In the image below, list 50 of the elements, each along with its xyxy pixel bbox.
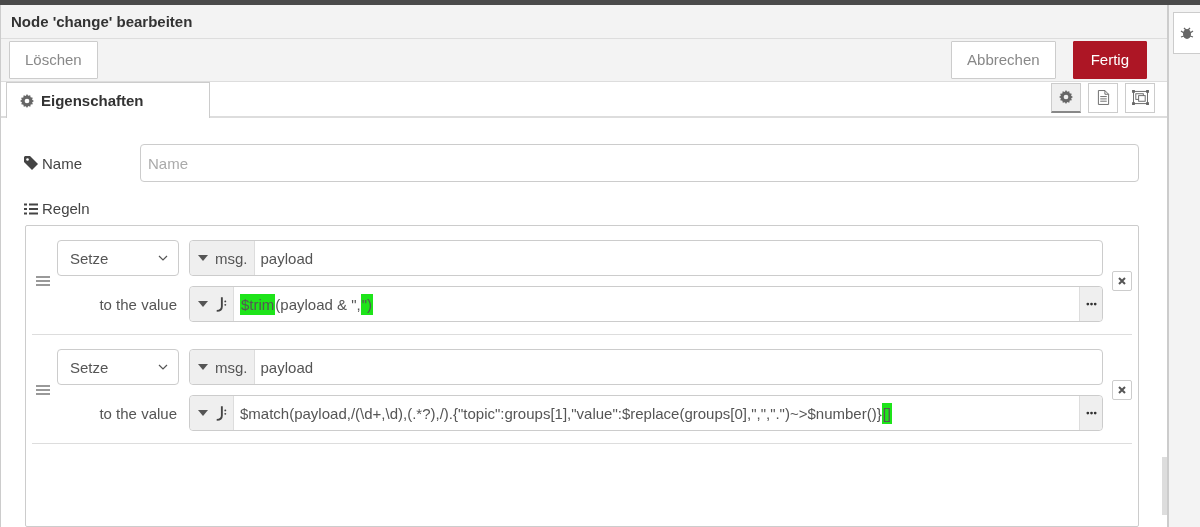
action-dropdown[interactable]: Setze	[57, 240, 179, 276]
value-label: to the value	[98, 404, 178, 422]
done-button[interactable]: Fertig	[1072, 41, 1147, 79]
tag-icon	[24, 156, 38, 170]
document-icon	[1096, 90, 1110, 105]
caret-down-icon	[198, 301, 208, 307]
appearance-tab[interactable]	[1125, 82, 1155, 113]
ellipsis-icon	[1085, 411, 1097, 415]
chevron-down-icon	[158, 364, 168, 370]
scrollbar-thumb[interactable]	[1162, 457, 1167, 515]
value-label: to the value	[98, 295, 178, 313]
expression-input[interactable]: $match(payload,/(\d+,\d),(.*?),/).{"topic":groups[1],"value":$replace(groups[0],",",".")~>$number()}[]	[189, 395, 1103, 431]
frames-icon	[1131, 90, 1149, 105]
list-icon	[24, 202, 38, 215]
caret-down-icon	[198, 255, 208, 261]
type-prefix: msg.	[215, 358, 248, 376]
sidebar-tab[interactable]	[1173, 12, 1200, 54]
bug-icon	[1180, 26, 1194, 40]
drag-handle-icon[interactable]	[35, 385, 51, 395]
property-value: payload	[259, 248, 315, 269]
name-label: Name	[42, 154, 82, 172]
property-input[interactable]: msg. payload	[189, 240, 1103, 276]
jsonata-icon	[215, 296, 227, 312]
ellipsis-icon	[1085, 302, 1097, 306]
drag-handle-icon[interactable]	[35, 276, 51, 286]
gear-icon	[20, 93, 34, 108]
remove-rule-button[interactable]	[1112, 380, 1132, 400]
expression-input[interactable]: $trim(payload & ",")	[189, 286, 1103, 322]
jsonata-icon	[215, 405, 227, 421]
expression-value: $match(payload,/(\d+,\d),(.*?),/).{"topic":groups[1],"value":$replace(groups[0],",",".")~>$number()}[]	[239, 401, 894, 426]
property-input[interactable]: msg. payload	[189, 349, 1103, 385]
settings-icon	[1059, 90, 1073, 104]
properties-tab[interactable]: Eigenschaften	[6, 82, 210, 118]
remove-rule-button[interactable]	[1112, 271, 1132, 291]
name-input[interactable]: Name	[140, 144, 1139, 182]
close-icon	[1118, 386, 1126, 394]
property-value: payload	[259, 357, 315, 378]
description-tab[interactable]	[1088, 82, 1118, 113]
chevron-down-icon	[158, 255, 168, 261]
action-dropdown[interactable]: Setze	[57, 349, 179, 385]
caret-down-icon	[198, 410, 208, 416]
type-prefix: msg.	[215, 249, 248, 267]
dialog-title: Node 'change' bearbeiten	[1, 5, 1167, 39]
cancel-button[interactable]: Abbrechen	[951, 41, 1056, 79]
settings-tab[interactable]	[1051, 82, 1081, 113]
expression-value: $trim(payload & ",")	[239, 292, 375, 317]
close-icon	[1118, 277, 1126, 285]
rules-label: Regeln	[42, 200, 90, 217]
delete-button[interactable]: Löschen	[9, 41, 98, 79]
caret-down-icon	[198, 364, 208, 370]
